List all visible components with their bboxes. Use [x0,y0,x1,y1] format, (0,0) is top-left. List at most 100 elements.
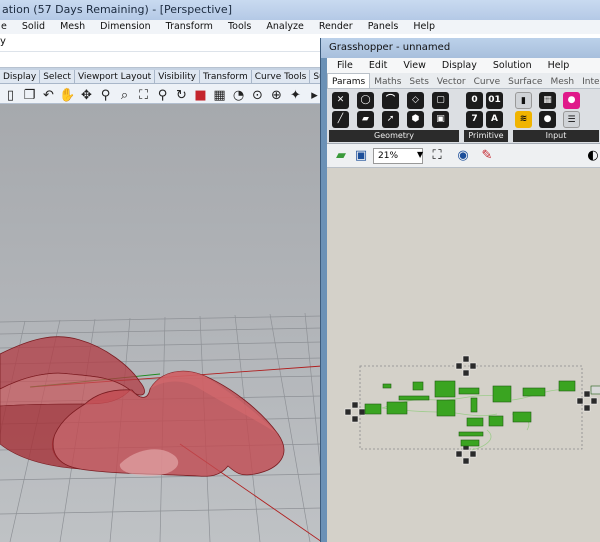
grasshopper-window: Grasshopper - unnamed File Edit View Displa… [320,38,600,542]
rhino-title-bar[interactable]: ation (57 Days Remaining) - [Perspective… [0,0,600,20]
menu-item-tools[interactable]: Tools [228,20,251,34]
zoom-dropdown-icon[interactable]: ▼ [417,150,423,159]
clipboard-icon[interactable]: ▯ [2,87,19,103]
string-param-icon[interactable]: A [486,111,503,128]
zoom-level-value: 21% [378,151,399,161]
set-cplane-icon[interactable]: ⊙ [249,87,266,103]
desktop: ation (57 Days Remaining) - [Perspective… [0,0,600,542]
nurbs-surface[interactable] [0,336,285,477]
menu-item-dimension[interactable]: Dimension [100,20,151,34]
graph-mapper-icon[interactable]: ≋ [515,111,532,128]
gh-tab-surface[interactable]: Surface [504,74,546,88]
gh-tab-curve[interactable]: Curve [470,74,505,88]
save-file-icon[interactable]: ▣ [353,148,369,164]
undo-icon[interactable]: ↶ [40,87,57,103]
rhino-window-title: ation (57 Days Remaining) - [Perspective… [2,3,232,16]
swatch-input-icon[interactable]: ● [563,92,580,109]
rhino-menu-bar: e Solid Mesh Dimension Transform Tools A… [0,20,600,34]
rotate-icon[interactable]: ✥ [78,87,95,103]
plane-param-icon[interactable]: ▰ [357,111,374,128]
mesh-param-icon[interactable]: ▣ [432,111,449,128]
box-param-icon[interactable]: ▢ [432,92,449,109]
zoom-selected-icon[interactable]: ⚲ [154,87,171,103]
ribbon-label-input: Input [513,130,599,142]
menu-item-analyze[interactable]: Analyze [266,20,303,34]
gh-menu-display[interactable]: Display [442,58,477,73]
gh-menu-file[interactable]: File [337,58,353,73]
grasshopper-canvas[interactable] [327,168,600,542]
zoom-window-icon[interactable]: ⌕ [116,87,133,103]
value-list-icon[interactable]: ☰ [563,111,580,128]
menu-item-panels[interactable]: Panels [368,20,399,34]
menu-item-solid[interactable]: Solid [22,20,45,34]
tab-select[interactable]: Select [40,70,75,83]
menu-item-help[interactable]: Help [413,20,435,34]
grasshopper-title-bar[interactable]: Grasshopper - unnamed [321,38,600,58]
line-param-icon[interactable]: ╱ [332,111,349,128]
component-ribbon: ✕ ◯ ⌒ ◇ ▢ ╱ ▰ ➚ ⬢ ▣ Geometry 0 01 7 A Pr… [327,89,600,144]
gh-menu-help[interactable]: Help [548,58,570,73]
gh-menu-view[interactable]: View [403,58,426,73]
cplane-icon[interactable]: ⊕ [268,87,285,103]
toolbar-tabs: Display Select Viewport Layout Visibility Tr… [0,70,330,84]
rotate-view-icon[interactable]: ↻ [173,87,190,103]
menu-item-render[interactable]: Render [319,20,353,34]
grasshopper-tabs: Params Maths Sets Vector Curve Surface Mesh Int… [327,73,600,89]
tab-curve-tools[interactable]: Curve Tools [252,70,311,83]
command-input[interactable] [0,51,322,65]
sketch-pen-icon[interactable]: ✎ [479,148,495,164]
display-mode-icon[interactable]: ◐ [585,148,600,164]
gh-menu-edit[interactable]: Edit [369,58,387,73]
zoom-level-field[interactable]: 21% [373,148,423,164]
zoom-extents-icon[interactable]: ⛶ [135,87,152,103]
menu-item-transform[interactable]: Transform [166,20,213,34]
curve-param-icon[interactable]: ⌒ [382,92,399,109]
open-file-icon[interactable]: ▰ [333,148,349,164]
components [364,380,600,447]
surface-param-icon[interactable]: ◇ [407,92,424,109]
button-input-icon[interactable]: ▦ [539,92,556,109]
slider-input-icon[interactable]: ● [539,111,556,128]
menu-item-file[interactable]: e [1,20,7,34]
viewport-scene [0,312,322,542]
tab-display[interactable]: Display [0,70,41,83]
grasshopper-window-title: Grasshopper - unnamed [329,42,451,53]
ribbon-group-primitive: 0 01 7 A Primitive [464,91,510,143]
canvas-graph [344,355,600,465]
zoom-extents-icon[interactable]: ⛶ [429,148,445,164]
tab-visibility[interactable]: Visibility [155,70,200,83]
car-icon[interactable]: ■ [192,87,209,103]
ribbon-group-geometry: ✕ ◯ ⌒ ◇ ▢ ╱ ▰ ➚ ⬢ ▣ Geometry [329,91,461,143]
light-icon[interactable]: ✦ [287,87,304,103]
canvas-toolbar: ▰ ▣ 21% ▼ ⛶ ◉ ✎ ◐ [327,144,600,168]
gh-tab-sets[interactable]: Sets [405,74,432,88]
ribbon-group-input: ▮ ▦ ● ≋ ● ☰ Input [513,91,600,143]
gh-tab-maths[interactable]: Maths [370,74,405,88]
grasshopper-body: File Edit View Display Solution Help Params Ma… [327,58,600,542]
zoom-icon[interactable]: ⚲ [97,87,114,103]
perspective-viewport[interactable] [0,104,322,542]
ribbon-label-primitive: Primitive [464,130,508,142]
number-param-icon[interactable]: 7 [466,111,483,128]
gh-menu-solution[interactable]: Solution [493,58,532,73]
tab-viewport-layout[interactable]: Viewport Layout [75,70,156,83]
tab-transform[interactable]: Transform [200,70,252,83]
gh-tab-params[interactable]: Params [327,73,371,88]
menu-item-mesh[interactable]: Mesh [60,20,85,34]
circle-param-icon[interactable]: ◯ [357,92,374,109]
preview-eye-icon[interactable]: ◉ [455,148,471,164]
gh-tab-intersect[interactable]: Intersect [578,74,600,88]
brep-param-icon[interactable]: ⬢ [407,111,424,128]
pan-icon[interactable]: ✋ [59,87,76,103]
copy-icon[interactable]: ❐ [21,87,38,103]
gh-tab-vector[interactable]: Vector [433,74,470,88]
grasshopper-menu-bar: File Edit View Display Solution Help [327,58,600,73]
integer-param-icon[interactable]: 01 [486,92,503,109]
toggle-input-icon[interactable]: ▮ [515,92,532,109]
vector-param-icon[interactable]: ➚ [382,111,399,128]
gh-tab-mesh[interactable]: Mesh [546,74,578,88]
boolean-param-icon[interactable]: 0 [466,92,483,109]
grid-icon[interactable]: ▦ [211,87,228,103]
point-param-icon[interactable]: ✕ [332,92,349,109]
named-view-icon[interactable]: ◔ [230,87,247,103]
